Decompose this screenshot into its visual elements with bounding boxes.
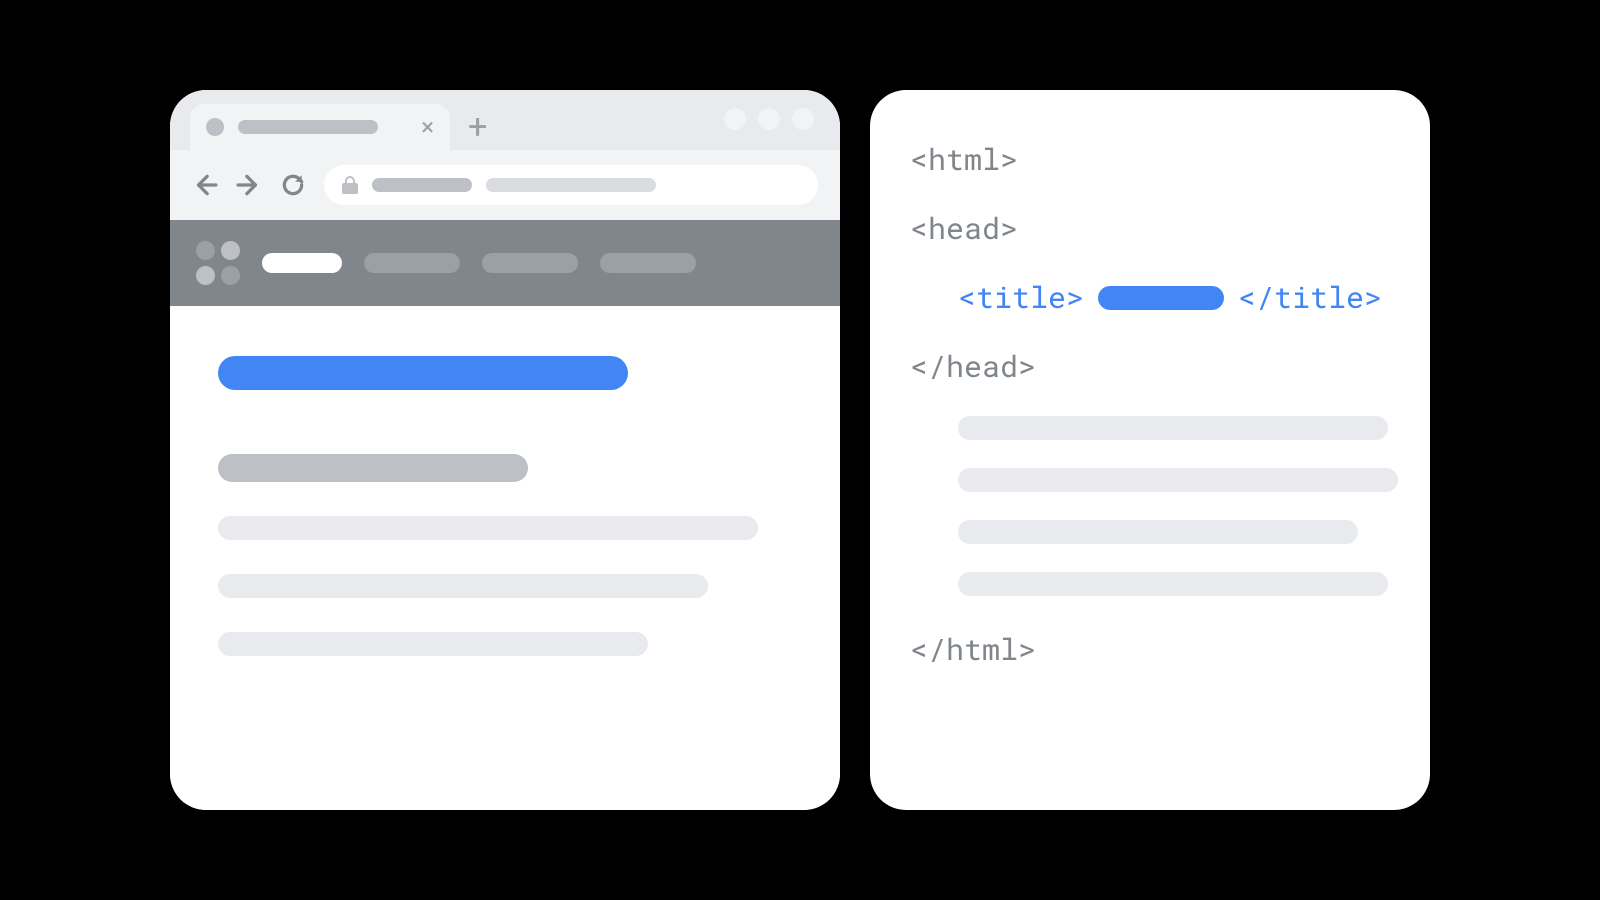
url-path-placeholder [486, 178, 656, 192]
tag-text: <head> [910, 209, 1018, 248]
window-control-dot[interactable] [724, 108, 746, 130]
paragraph-line [218, 632, 648, 656]
address-bar[interactable] [324, 165, 818, 205]
page-title-placeholder [218, 356, 628, 390]
close-tab-icon[interactable]: × [421, 115, 434, 139]
nav-item[interactable] [600, 253, 696, 273]
body-line [958, 572, 1388, 596]
reload-button[interactable] [280, 172, 306, 198]
browser-mockup: × + [170, 90, 840, 810]
nav-item[interactable] [482, 253, 578, 273]
title-open-tag: <title> [958, 278, 1084, 317]
code-line-html-open: <html> [910, 140, 1382, 179]
page-subheading-placeholder [218, 454, 528, 482]
code-body-placeholder [910, 416, 1382, 596]
url-domain-placeholder [372, 178, 472, 192]
code-line-title: <title> </title> [910, 278, 1382, 317]
new-tab-button[interactable]: + [468, 110, 487, 144]
reload-icon [280, 172, 306, 198]
title-content-placeholder [1098, 286, 1224, 310]
body-line [958, 520, 1358, 544]
page-content [170, 306, 840, 810]
window-controls [724, 108, 814, 130]
browser-toolbar [170, 150, 840, 220]
window-control-dot[interactable] [758, 108, 780, 130]
paragraph-line [218, 574, 708, 598]
lock-icon [342, 176, 358, 194]
arrow-left-icon [192, 172, 218, 198]
code-mockup: <html> <head> <title> </title> </head> <… [870, 90, 1430, 810]
code-line-head-open: <head> [910, 209, 1382, 248]
site-logo-icon[interactable] [196, 241, 240, 285]
browser-tab[interactable]: × [190, 104, 450, 150]
nav-item[interactable] [364, 253, 460, 273]
back-button[interactable] [192, 172, 218, 198]
tag-text: <html> [910, 140, 1018, 179]
site-nav-bar [170, 220, 840, 306]
tag-text: </html> [910, 630, 1036, 669]
paragraph-line [218, 516, 758, 540]
nav-item-active[interactable] [262, 253, 342, 273]
body-line [958, 416, 1388, 440]
tab-favicon-icon [206, 118, 224, 136]
forward-button[interactable] [236, 172, 262, 198]
tab-title-placeholder [238, 120, 378, 134]
tab-strip: × + [170, 90, 840, 150]
arrow-right-icon [236, 172, 262, 198]
body-line [958, 468, 1398, 492]
title-close-tag: </title> [1238, 278, 1382, 317]
tag-text: </head> [910, 347, 1036, 386]
code-line-html-close: </html> [910, 630, 1382, 669]
window-control-dot[interactable] [792, 108, 814, 130]
code-line-head-close: </head> [910, 347, 1382, 386]
